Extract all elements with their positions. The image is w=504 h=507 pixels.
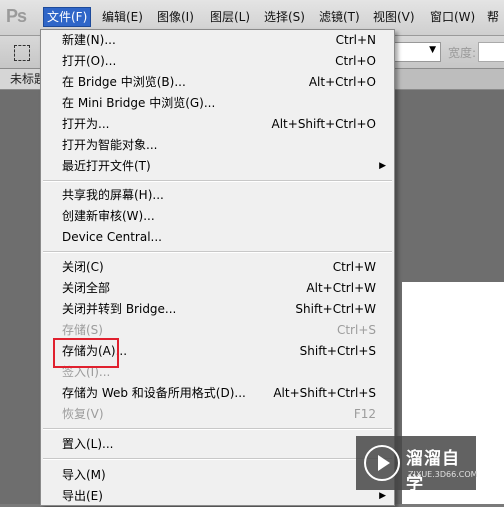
menu-edit[interactable]: 编辑(E) bbox=[99, 8, 146, 26]
menu-item-browse-bridge[interactable]: 在 Bridge 中浏览(B)... Alt+Ctrl+O bbox=[41, 72, 394, 93]
menu-item-label: 关闭并转到 Bridge... bbox=[62, 302, 177, 316]
menu-item-shortcut: Alt+Shift+Ctrl+O bbox=[271, 117, 376, 131]
menu-item-shortcut: F12 bbox=[353, 407, 376, 421]
menu-select[interactable]: 选择(S) bbox=[261, 8, 308, 26]
menu-item-browse-mini-bridge[interactable]: 在 Mini Bridge 中浏览(G)... bbox=[41, 93, 394, 114]
menu-item-new[interactable]: 新建(N)... Ctrl+N bbox=[41, 30, 394, 51]
menu-separator bbox=[43, 180, 392, 182]
chevron-down-icon: ▼ bbox=[429, 45, 436, 55]
menu-item-label: 导入(M) bbox=[62, 468, 106, 482]
menu-item-shortcut: Ctrl+S bbox=[336, 323, 376, 337]
menu-item-label: 打开(O)... bbox=[62, 54, 117, 68]
menu-separator bbox=[43, 251, 392, 253]
menu-item-place[interactable]: 置入(L)... bbox=[41, 434, 394, 455]
menu-item-shortcut: Ctrl+O bbox=[335, 54, 376, 68]
menu-item-label: Device Central... bbox=[62, 230, 162, 244]
style-select[interactable]: ▼ bbox=[393, 42, 441, 62]
menu-item-revert[interactable]: 恢复(V) F12 bbox=[41, 404, 394, 425]
menu-separator bbox=[43, 458, 392, 460]
width-label: 宽度: bbox=[448, 46, 477, 60]
menu-item-label: 在 Bridge 中浏览(B)... bbox=[62, 75, 186, 89]
menu-item-shortcut: Ctrl+W bbox=[332, 260, 376, 274]
menu-item-create-review[interactable]: 创建新审核(W)... bbox=[41, 206, 394, 227]
menu-item-label: 置入(L)... bbox=[62, 437, 114, 451]
submenu-arrow-icon: ▶ bbox=[379, 161, 386, 171]
menu-item-label: 新建(N)... bbox=[62, 33, 116, 47]
menu-item-shortcut: Alt+Ctrl+W bbox=[306, 281, 376, 295]
menu-item-label: 关闭全部 bbox=[62, 281, 111, 295]
menu-item-label: 关闭(C) bbox=[62, 260, 104, 274]
menu-item-close[interactable]: 关闭(C) Ctrl+W bbox=[41, 257, 394, 278]
save-as-highlight-box bbox=[53, 338, 119, 368]
menu-item-label: 共享我的屏幕(H)... bbox=[62, 188, 164, 202]
menu-item-shortcut: Shift+Ctrl+S bbox=[299, 344, 376, 358]
menu-item-shortcut: Alt+Shift+Ctrl+S bbox=[273, 386, 376, 400]
menu-item-label: 在 Mini Bridge 中浏览(G)... bbox=[62, 96, 216, 110]
menu-layer[interactable]: 图层(L) bbox=[207, 8, 253, 26]
menu-item-open-as[interactable]: 打开为... Alt+Shift+Ctrl+O bbox=[41, 114, 394, 135]
menu-item-close-all[interactable]: 关闭全部 Alt+Ctrl+W bbox=[41, 278, 394, 299]
play-icon bbox=[364, 445, 400, 481]
menu-item-open-as-smart-object[interactable]: 打开为智能对象... bbox=[41, 135, 394, 156]
menu-item-shortcut: Ctrl+N bbox=[335, 33, 376, 47]
menu-item-label: 打开为智能对象... bbox=[62, 138, 158, 152]
menu-item-label: 恢复(V) bbox=[62, 407, 104, 421]
menu-item-shortcut: Alt+Ctrl+O bbox=[308, 75, 376, 89]
menu-item-label: 打开为... bbox=[62, 117, 110, 131]
menu-item-save-for-web[interactable]: 存储为 Web 和设备所用格式(D)... Alt+Shift+Ctrl+S bbox=[41, 383, 394, 404]
menu-item-share-screen[interactable]: 共享我的屏幕(H)... bbox=[41, 185, 394, 206]
photoshop-logo: Ps bbox=[6, 6, 27, 26]
menu-item-close-go-bridge[interactable]: 关闭并转到 Bridge... Shift+Ctrl+W bbox=[41, 299, 394, 320]
menu-item-label: 最近打开文件(T) bbox=[62, 159, 151, 173]
watermark-subtitle: ZIXUE.3D66.COM bbox=[408, 470, 478, 479]
marquee-tool-icon[interactable] bbox=[14, 45, 30, 61]
menu-image[interactable]: 图像(I) bbox=[154, 8, 197, 26]
file-menu-dropdown: 新建(N)... Ctrl+N 打开(O)... Ctrl+O 在 Bridge 中… bbox=[40, 29, 395, 506]
menu-item-device-central[interactable]: Device Central... bbox=[41, 227, 394, 248]
menu-view[interactable]: 视图(V) bbox=[370, 8, 418, 26]
menu-filter[interactable]: 滤镜(T) bbox=[316, 8, 363, 26]
menu-help[interactable]: 帮 bbox=[484, 8, 502, 26]
menu-separator bbox=[43, 428, 392, 430]
menu-item-open[interactable]: 打开(O)... Ctrl+O bbox=[41, 51, 394, 72]
menu-item-shortcut: Shift+Ctrl+W bbox=[295, 302, 376, 316]
menu-window[interactable]: 窗口(W) bbox=[427, 8, 478, 26]
menu-item-import[interactable]: 导入(M) bbox=[41, 465, 394, 486]
menu-item-label: 创建新审核(W)... bbox=[62, 209, 155, 223]
width-input[interactable] bbox=[478, 42, 504, 62]
watermark: 溜溜自学 ZIXUE.3D66.COM bbox=[356, 436, 478, 494]
menu-item-recent-files[interactable]: 最近打开文件(T) ▶ bbox=[41, 156, 394, 177]
menu-item-label: 存储为 Web 和设备所用格式(D)... bbox=[62, 386, 246, 400]
watermark-title: 溜溜自学 bbox=[406, 449, 460, 494]
menu-file[interactable]: 文件(F) bbox=[43, 7, 92, 27]
